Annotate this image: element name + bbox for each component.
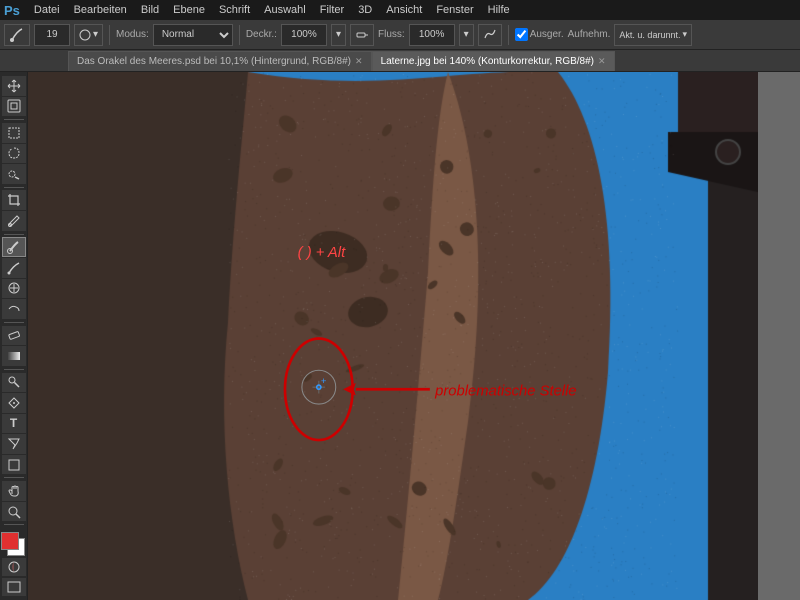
menu-ebene[interactable]: Ebene — [167, 2, 211, 18]
tool-marquee-rect[interactable] — [2, 123, 26, 143]
modus-select[interactable]: Normal Multiplizieren Abdunkeln — [153, 24, 233, 46]
menu-bar: Ps Datei Bearbeiten Bild Ebene Schrift A… — [0, 0, 800, 20]
tool-zoom[interactable] — [2, 502, 26, 522]
tool-type[interactable]: T — [2, 414, 26, 434]
tool-pen[interactable] — [2, 393, 26, 413]
tab-orakel-close[interactable]: ✕ — [355, 56, 363, 67]
menu-datei[interactable]: Datei — [28, 2, 66, 18]
tool-move[interactable] — [2, 76, 26, 96]
tool-brush[interactable] — [2, 258, 26, 278]
deckr-arrow[interactable]: ▾ — [331, 24, 346, 46]
tool-crop[interactable] — [2, 190, 26, 210]
main-area: T — [0, 72, 800, 600]
sep2 — [239, 25, 240, 45]
ps-logo: Ps — [4, 3, 20, 18]
foreground-color[interactable] — [1, 532, 19, 550]
menu-hilfe[interactable]: Hilfe — [482, 2, 516, 18]
lt-sep7 — [4, 524, 24, 525]
menu-bearbeiten[interactable]: Bearbeiten — [68, 2, 133, 18]
document-tabs: Das Orakel des Meeres.psd bei 10,1% (Hin… — [0, 50, 800, 72]
brush-size-input[interactable]: 19 — [34, 24, 70, 46]
ausger-checkbox[interactable] — [515, 28, 528, 41]
tool-path-select[interactable] — [2, 434, 26, 454]
fluss-input[interactable]: 100% — [409, 24, 455, 46]
lt-sep6 — [4, 477, 24, 478]
tab-laterne-close[interactable]: ✕ — [598, 56, 606, 67]
tab-laterne[interactable]: Laterne.jpg bei 140% (Konturkorrektur, R… — [372, 51, 615, 71]
menu-filter[interactable]: Filter — [314, 2, 350, 18]
canvas-area[interactable]: ( ) + Alt problematische Stelle + — [28, 72, 800, 600]
tool-clone[interactable] — [2, 279, 26, 299]
lt-sep1 — [4, 119, 24, 120]
brush-options-btn[interactable]: ▾ — [74, 24, 103, 46]
tool-quick-select[interactable] — [2, 164, 26, 184]
tool-lasso[interactable] — [2, 144, 26, 164]
ausger-checkbox-label[interactable]: Ausger. — [515, 28, 564, 41]
tab-laterne-title: Laterne.jpg bei 140% (Konturkorrektur, R… — [381, 56, 594, 67]
screen-mode-btn[interactable] — [2, 578, 26, 596]
modus-label: Modus: — [116, 29, 149, 40]
color-swatches[interactable] — [1, 532, 27, 553]
tool-spot-heal[interactable] — [2, 237, 26, 257]
menu-fenster[interactable]: Fenster — [430, 2, 479, 18]
options-toolbar: 19 ▾ Modus: Normal Multiplizieren Abdunk… — [0, 20, 800, 50]
lt-sep2 — [4, 187, 24, 188]
tool-dodge[interactable] — [2, 373, 26, 393]
left-toolbar: T — [0, 72, 28, 600]
menu-ansicht[interactable]: Ansicht — [380, 2, 428, 18]
tool-eraser[interactable] — [2, 326, 26, 346]
airbrush-btn[interactable] — [350, 24, 374, 46]
tab-orakel[interactable]: Das Orakel des Meeres.psd bei 10,1% (Hin… — [68, 51, 372, 71]
deckr-label: Deckr.: — [246, 29, 277, 40]
tab-orakel-title: Das Orakel des Meeres.psd bei 10,1% (Hin… — [77, 56, 351, 67]
fluss-arrow[interactable]: ▾ — [459, 24, 474, 46]
menu-bild[interactable]: Bild — [135, 2, 165, 18]
quick-mask-btn[interactable] — [2, 558, 26, 576]
lt-sep4 — [4, 322, 24, 323]
tool-preset-btn[interactable] — [4, 24, 30, 46]
sep3 — [508, 25, 509, 45]
tool-shape[interactable] — [2, 455, 26, 475]
menu-3d[interactable]: 3D — [352, 2, 378, 18]
menu-schrift[interactable]: Schrift — [213, 2, 256, 18]
menu-auswahl[interactable]: Auswahl — [258, 2, 312, 18]
deckr-input[interactable]: 100% — [281, 24, 327, 46]
tool-eyedropper[interactable] — [2, 211, 26, 231]
fluss-label: Fluss: — [378, 29, 405, 40]
lt-sep3 — [4, 234, 24, 235]
image-canvas — [28, 72, 758, 600]
tool-artboard[interactable] — [2, 97, 26, 117]
smoothing-btn[interactable] — [478, 24, 502, 46]
tool-history-brush[interactable] — [2, 299, 26, 319]
aufnehm-label: Aufnehm. — [568, 29, 611, 40]
tool-gradient[interactable] — [2, 346, 26, 366]
aufnehm-btn[interactable]: Akt. u. darunnt.▾ — [614, 24, 692, 46]
tool-hand[interactable] — [2, 481, 26, 501]
lt-sep5 — [4, 369, 24, 370]
sep1 — [109, 25, 110, 45]
